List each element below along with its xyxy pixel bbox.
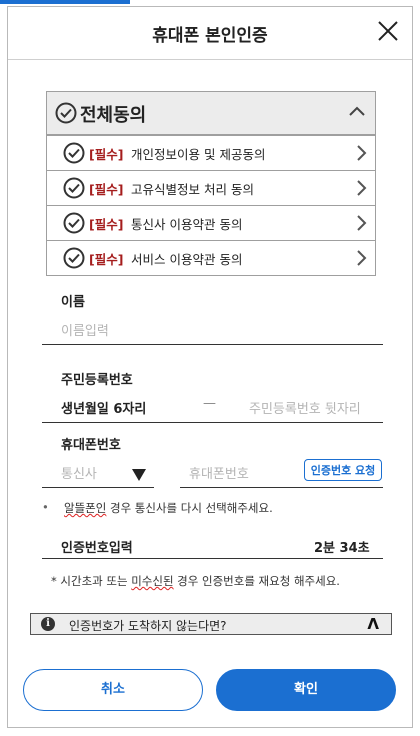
dialog-title: 휴대폰 본인인증 [152, 26, 268, 46]
carrier-underline [42, 487, 154, 488]
expand-toggle-icon: Λ [367, 615, 379, 633]
auth-dialog: 휴대폰 본인인증 전체동의 [필수] 개인정보이용 및 제공동의 [필수] 고유… [7, 6, 413, 728]
chevron-right-icon[interactable] [355, 215, 367, 231]
agree-item-label: 고유식별정보 처리 동의 [131, 182, 254, 197]
check-circle-icon[interactable] [63, 177, 85, 199]
carrier-select[interactable]: 통신사 [42, 459, 154, 487]
required-tag: [필수] [89, 252, 124, 267]
confirm-button[interactable]: 확인 [216, 669, 396, 711]
resend-note-suffix: 경우 인증번호를 재요청 해주세요. [173, 574, 340, 588]
agreement-box: 전체동의 [필수] 개인정보이용 및 제공동의 [필수] 고유식별정보 처리 동… [46, 91, 376, 276]
chevron-right-icon[interactable] [355, 145, 367, 161]
note-bullet: • [42, 500, 49, 514]
auth-underline [42, 558, 383, 559]
rrn-underline [42, 422, 383, 423]
name-underline [42, 344, 383, 345]
rrn-dash: — [203, 396, 216, 411]
request-code-button[interactable]: 인증번호 요청 [304, 459, 382, 481]
resend-note-underlined: 미수신된 [131, 574, 174, 588]
code-not-received-toggle[interactable]: i 인증번호가 도착하지 않는다면? Λ [30, 613, 392, 635]
agree-item-label: 통신사 이용약관 동의 [131, 217, 243, 232]
carrier-select-value: 통신사 [61, 467, 97, 482]
info-icon: i [41, 617, 55, 631]
cancel-button[interactable]: 취소 [23, 669, 203, 711]
agree-item-label: 서비스 이용약관 동의 [131, 252, 243, 267]
resend-note-prefix: * 시간초과 또는 [51, 574, 132, 588]
phone-label: 휴대폰번호 [61, 438, 121, 453]
chevron-right-icon[interactable] [355, 250, 367, 266]
check-circle-icon[interactable] [55, 102, 77, 124]
rrn-back-input[interactable]: 주민등록번호 뒷자리 [249, 398, 361, 417]
rrn-front-input[interactable]: 생년월일 6자리 [61, 398, 146, 417]
code-not-received-label: 인증번호가 도착하지 않는다면? [69, 619, 227, 633]
dialog-header: 휴대폰 본인인증 [8, 7, 412, 60]
mvno-note: 알뜰폰인 경우 통신사를 다시 선택해주세요. [64, 500, 273, 516]
close-icon[interactable] [376, 19, 400, 43]
caret-down-icon [132, 469, 146, 481]
mvno-note-text: 경우 통신사를 다시 선택해주세요. [106, 501, 273, 515]
chevron-up-icon[interactable] [349, 105, 365, 117]
top-accent-bar [0, 0, 130, 4]
agree-all-label: 전체동의 [80, 105, 147, 126]
name-input[interactable]: 이름입력 [61, 320, 109, 339]
agree-item-privacy[interactable]: [필수] 개인정보이용 및 제공동의 [47, 135, 375, 170]
mvno-note-underlined: 알뜰폰인 [64, 501, 107, 515]
phone-number-input[interactable]: 휴대폰번호 [189, 463, 249, 482]
rrn-label: 주민등록번호 [61, 373, 133, 388]
check-circle-icon[interactable] [63, 212, 85, 234]
required-tag: [필수] [89, 147, 124, 162]
name-label: 이름 [61, 295, 85, 310]
phone-underline [180, 487, 383, 488]
resend-note: * 시간초과 또는 미수신된 경우 인증번호를 재요청 해주세요. [51, 573, 340, 589]
agree-item-unique-id[interactable]: [필수] 고유식별정보 처리 동의 [47, 170, 375, 205]
agree-item-carrier-terms[interactable]: [필수] 통신사 이용약관 동의 [47, 205, 375, 240]
required-tag: [필수] [89, 217, 124, 232]
auth-code-input[interactable]: 인증번호입력 [61, 537, 133, 556]
agree-all-toggle[interactable]: 전체동의 [47, 92, 375, 135]
agree-item-service-terms[interactable]: [필수] 서비스 이용약관 동의 [47, 240, 375, 275]
check-circle-icon[interactable] [63, 247, 85, 269]
auth-timer: 2분 34초 [314, 541, 370, 556]
required-tag: [필수] [89, 182, 124, 197]
chevron-right-icon[interactable] [355, 180, 367, 196]
agree-item-label: 개인정보이용 및 제공동의 [131, 147, 266, 162]
check-circle-icon[interactable] [63, 142, 85, 164]
